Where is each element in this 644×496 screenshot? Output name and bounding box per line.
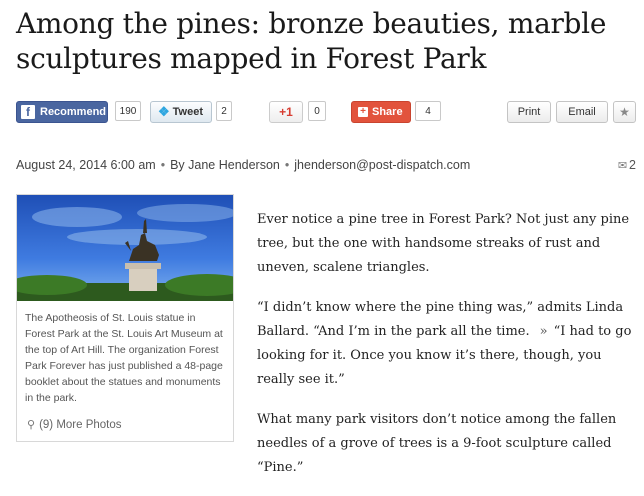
email-button[interactable]: Email: [556, 101, 608, 123]
magnifier-icon: ⚲: [27, 419, 36, 431]
comments-link[interactable]: ✉ 2: [618, 158, 636, 172]
article-meta: August 24, 2014 6:00 am • By Jane Henderso…: [16, 158, 636, 172]
social-share-bar: f Recommend 190 ❖ Tweet 2 +1 0 + Share 4…: [16, 101, 636, 127]
google-plus-button[interactable]: +1: [269, 101, 303, 123]
facebook-recommend-button[interactable]: f Recommend: [16, 101, 108, 123]
statue-photo[interactable]: [17, 195, 233, 301]
paragraph: What many park visitors don’t notice amo…: [257, 412, 617, 475]
facebook-count: 190: [115, 101, 141, 121]
photo-gallery: The Apotheosis of St. Louis statue in Fo…: [16, 194, 234, 442]
google-plus-count: 0: [308, 101, 326, 121]
comment-bubble-icon: ✉: [617, 160, 628, 172]
share-count: 4: [415, 101, 441, 121]
more-photos-label: (9) More Photos: [39, 418, 122, 431]
print-button[interactable]: Print: [507, 101, 551, 123]
facebook-recommend-label: Recommend: [40, 106, 107, 118]
byline[interactable]: By Jane Henderson: [170, 158, 280, 172]
share-button[interactable]: + Share: [351, 101, 411, 123]
tweet-label: Tweet: [172, 106, 204, 118]
photo-caption: The Apotheosis of St. Louis statue in Fo…: [25, 312, 223, 404]
share-label: Share: [372, 106, 403, 118]
google-plus-label: +1: [279, 105, 293, 119]
separator-dot: •: [160, 158, 166, 172]
facebook-icon: f: [21, 105, 35, 119]
tweet-button[interactable]: ❖ Tweet: [150, 101, 212, 123]
star-icon[interactable]: ★: [613, 101, 636, 123]
author-email[interactable]: jhenderson@post-dispatch.com: [294, 158, 470, 172]
tweet-count: 2: [216, 101, 232, 121]
paragraph: “I didn’t know where the pine thing was,…: [257, 296, 642, 392]
separator-dot: •: [284, 158, 290, 172]
double-chevron-right-icon: »: [539, 324, 548, 339]
publish-date: August 24, 2014 6:00 am: [16, 158, 156, 172]
paragraph: Ever notice a pine tree in Forest Park? …: [257, 212, 630, 275]
plus-icon: +: [358, 107, 368, 117]
more-photos-link[interactable]: ⚲ (9) More Photos: [27, 418, 122, 432]
article-body: Ever notice a pine tree in Forest Park? …: [257, 208, 642, 496]
twitter-bird-icon: ❖: [158, 104, 170, 119]
comment-count: 2: [629, 158, 636, 172]
article-headline: Among the pines: bronze beauties, marble…: [16, 7, 607, 75]
